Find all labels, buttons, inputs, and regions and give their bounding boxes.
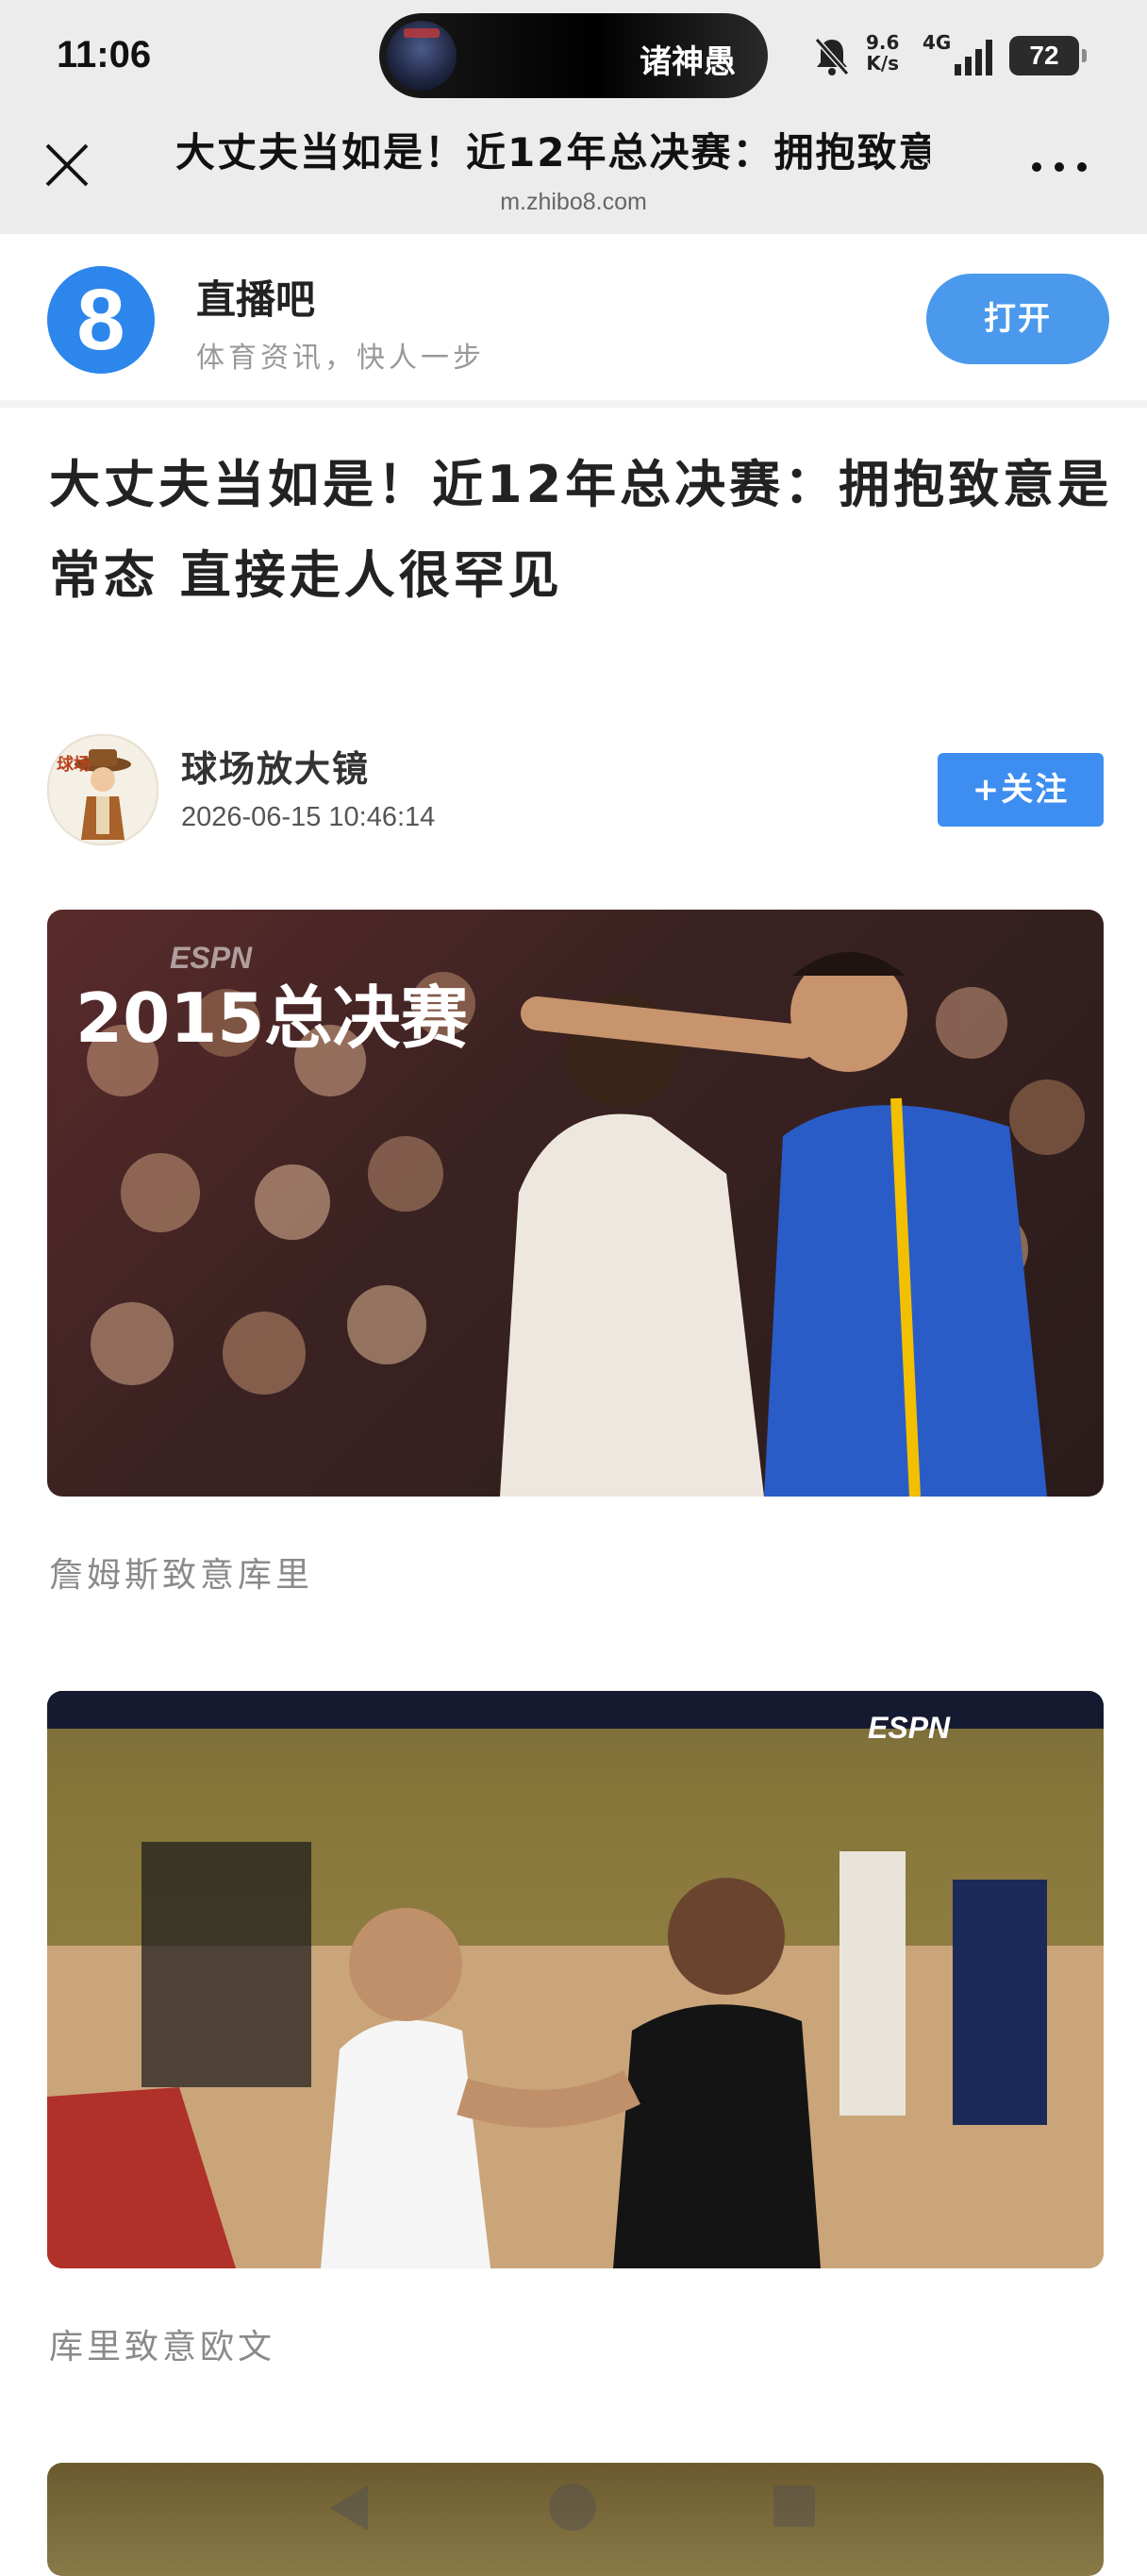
signal-bars-icon [955,40,992,75]
avatar-illustration: 球场 [57,749,131,840]
system-nav-bar [0,2467,1147,2536]
article-image[interactable]: 2015总决赛 ESPN [47,910,1104,1497]
open-app-button[interactable]: 打开 [926,274,1109,364]
photo-court-scene: ESPN [47,1691,1104,2268]
net-speed: 9.6 K/s [866,32,899,74]
status-bar: 11:06 诸神愚 9.6 K/s 4G 72 [0,0,1147,113]
article-image[interactable]: ESPN [47,1691,1104,2268]
app-slogan: 体育资讯，快人一步 [196,342,485,375]
image-caption: 詹姆斯致意库里 [49,1556,314,1595]
mute-bell-icon [814,38,850,75]
close-icon[interactable] [42,140,92,191]
net-speed-unit: K/s [866,52,900,75]
photo-hug-scene: 2015总决赛 ESPN [75,941,1085,1497]
media-title: 诸神愚 [640,43,736,81]
dynamic-island-media[interactable]: 诸神愚 [379,13,768,98]
net-speed-value: 9.6 [866,31,900,54]
follow-button[interactable]: +关注 [938,753,1104,827]
avatar-text: 球场 [57,755,91,775]
nav-home-icon[interactable] [549,2484,596,2531]
article-title: 大丈夫当如是！近12年总决赛：拥抱致意是常态 直接走人很罕见 [49,455,1113,605]
nav-back-icon[interactable] [330,2485,368,2531]
battery-icon: 72 [1009,36,1087,75]
publish-time: 2026-06-15 10:46:14 [181,802,436,832]
app-name: 直播吧 [196,276,316,323]
clock: 11:06 [57,34,152,75]
image-caption: 库里致意欧文 [49,2328,276,2367]
more-dots-icon[interactable] [1032,159,1089,177]
image-overlay-text: 2015总决赛 [75,979,469,1058]
media-thumbnail [387,21,457,91]
page-title: 大丈夫当如是！近12年总决赛：拥抱致意是常态 直接走人很罕见 [175,129,930,176]
app-download-banner: 8 直播吧 体育资讯，快人一步 打开 [0,234,1147,408]
espn-logo: ESPN [170,941,253,975]
author-avatar[interactable]: 球场 [47,734,158,845]
page-url: m.zhibo8.com [500,189,647,215]
nav-recent-icon[interactable] [773,2485,815,2527]
network-type: 4G [923,31,952,54]
author-name[interactable]: 球场放大镜 [181,740,370,792]
app-logo: 8 [47,266,155,374]
espn-logo: ESPN [868,1711,951,1745]
